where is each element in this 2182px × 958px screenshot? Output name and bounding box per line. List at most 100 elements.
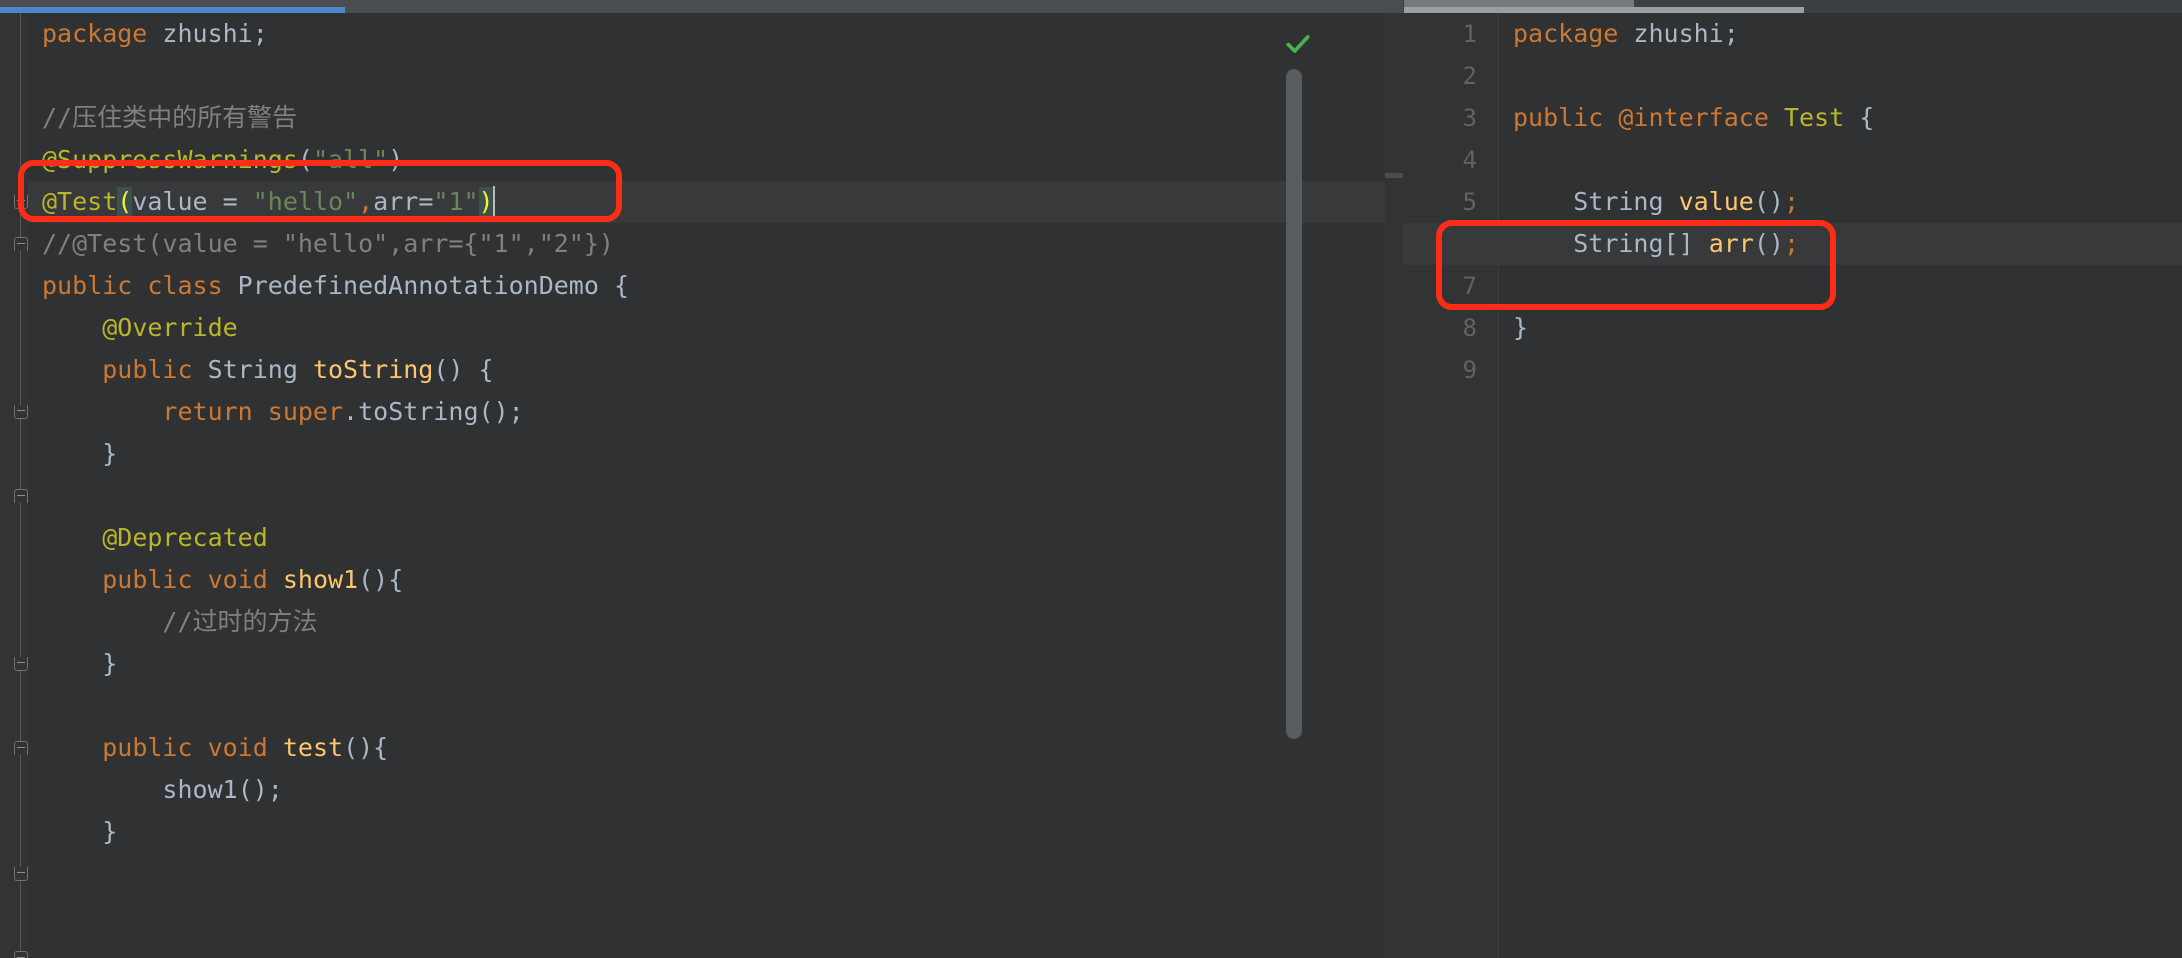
top-scrollbar-strip bbox=[0, 0, 2182, 13]
code-token: "1" bbox=[433, 187, 479, 216]
code-line[interactable]: package zhushi; bbox=[1499, 13, 2182, 55]
code-token: () bbox=[1753, 187, 1784, 216]
code-line[interactable]: public @interface Test { bbox=[1499, 97, 2182, 139]
code-token: (){ bbox=[343, 733, 389, 762]
marker-current-line bbox=[1385, 173, 1403, 178]
code-token: public bbox=[102, 565, 208, 594]
code-line[interactable]: String[] arr(); bbox=[1403, 223, 2182, 265]
right-editor-scrollbar-track[interactable] bbox=[1404, 0, 1634, 7]
code-fold-toggle-icon[interactable] bbox=[14, 237, 28, 251]
code-line[interactable]: String value(); bbox=[1499, 181, 2182, 223]
code-token: } bbox=[1513, 313, 1529, 342]
code-fold-toggle-icon[interactable] bbox=[14, 489, 28, 503]
line-number[interactable]: 9 bbox=[1463, 349, 1477, 391]
code-token: ( bbox=[297, 145, 313, 174]
code-token: @Test bbox=[42, 187, 118, 216]
code-token: { bbox=[1844, 103, 1875, 132]
code-fold-toggle-icon[interactable] bbox=[14, 657, 28, 671]
code-token: package bbox=[1513, 19, 1634, 48]
code-token: String bbox=[207, 355, 313, 384]
code-line[interactable]: @SuppressWarnings("all") bbox=[28, 139, 1403, 181]
code-line[interactable] bbox=[1499, 139, 2182, 181]
code-token: void bbox=[207, 565, 283, 594]
code-line[interactable] bbox=[1499, 265, 2182, 307]
code-line[interactable] bbox=[28, 55, 1403, 97]
code-line[interactable]: public void test(){ bbox=[28, 727, 1403, 769]
code-line[interactable] bbox=[28, 685, 1403, 727]
code-token: //过时的方法 bbox=[162, 607, 318, 636]
right-editor-line-number-gutter[interactable]: 123456789 bbox=[1403, 13, 1499, 958]
code-line[interactable] bbox=[1499, 55, 2182, 97]
code-token: "hello" bbox=[252, 187, 359, 216]
code-token: Test bbox=[1783, 103, 1845, 132]
right-editor-panel[interactable]: 123456789 package zhushi;public @interfa… bbox=[1403, 13, 2182, 958]
code-line[interactable] bbox=[28, 475, 1403, 517]
code-line[interactable]: } bbox=[28, 811, 1403, 853]
code-line[interactable]: @Deprecated bbox=[28, 517, 1403, 559]
code-token: (); bbox=[237, 775, 283, 804]
left-editor-vertical-scrollbar[interactable] bbox=[1286, 69, 1302, 739]
code-token: arr bbox=[1708, 229, 1754, 258]
code-token: zhushi bbox=[1633, 19, 1724, 48]
code-token: "all" bbox=[312, 145, 389, 174]
code-fold-toggle-icon[interactable] bbox=[14, 951, 28, 958]
code-fold-toggle-icon[interactable] bbox=[14, 195, 28, 209]
right-editor-code-area[interactable]: package zhushi; public @interface Test { … bbox=[1403, 13, 2182, 958]
line-number[interactable]: 5 bbox=[1463, 181, 1477, 223]
code-line[interactable]: public void show1(){ bbox=[28, 559, 1403, 601]
code-token: } bbox=[42, 817, 118, 846]
code-fold-toggle-icon[interactable] bbox=[14, 405, 28, 419]
code-token: value bbox=[1678, 187, 1754, 216]
code-token: zhushi bbox=[162, 19, 253, 48]
code-token: ; bbox=[1783, 187, 1800, 216]
code-token: @Deprecated bbox=[102, 523, 268, 552]
code-line[interactable]: //@Test(value = "hello",arr={"1","2"}) bbox=[28, 223, 1403, 265]
code-line[interactable]: return super.toString(); bbox=[28, 391, 1403, 433]
code-line[interactable]: //过时的方法 bbox=[28, 601, 1403, 643]
code-line[interactable]: @Test(value = "hello",arr="1") bbox=[28, 181, 1403, 223]
code-token: public bbox=[102, 733, 208, 762]
code-token: class bbox=[147, 271, 238, 300]
code-line[interactable]: @Override bbox=[28, 307, 1403, 349]
line-number[interactable]: 8 bbox=[1463, 307, 1477, 349]
code-token: toString bbox=[312, 355, 434, 384]
left-editor-code-area[interactable]: package zhushi; //压住类中的所有警告 @SuppressWarni… bbox=[28, 13, 1403, 958]
line-number[interactable]: 7 bbox=[1463, 265, 1477, 307]
code-fold-toggle-icon[interactable] bbox=[14, 867, 28, 881]
code-token: value = bbox=[132, 187, 253, 216]
code-token: void bbox=[207, 733, 283, 762]
code-token: (); bbox=[478, 397, 524, 426]
code-line[interactable]: public class PredefinedAnnotationDemo { bbox=[28, 265, 1403, 307]
line-number[interactable]: 1 bbox=[1463, 13, 1477, 55]
code-line[interactable]: show1(); bbox=[28, 769, 1403, 811]
code-token: //@Test(value = "hello",arr={"1","2"}) bbox=[42, 229, 614, 258]
code-token: public bbox=[42, 271, 148, 300]
left-editor-marker-bar[interactable] bbox=[1385, 13, 1403, 958]
code-line[interactable]: public String toString() { bbox=[28, 349, 1403, 391]
code-token: ; bbox=[1723, 19, 1739, 48]
code-token: test bbox=[282, 733, 344, 762]
code-token: @interface bbox=[1618, 103, 1784, 132]
code-line[interactable]: } bbox=[1499, 307, 2182, 349]
code-line[interactable]: //压住类中的所有警告 bbox=[28, 97, 1403, 139]
code-token: toString bbox=[358, 397, 479, 426]
code-line[interactable]: } bbox=[28, 433, 1403, 475]
code-token: @Override bbox=[102, 313, 238, 342]
code-line[interactable]: } bbox=[28, 643, 1403, 685]
line-number[interactable]: 3 bbox=[1463, 97, 1477, 139]
inspection-ok-checkmark-icon[interactable] bbox=[1285, 31, 1311, 57]
code-fold-toggle-icon[interactable] bbox=[14, 741, 28, 755]
code-token: (){ bbox=[358, 565, 404, 594]
code-token: ) bbox=[478, 187, 494, 216]
line-number[interactable]: 4 bbox=[1463, 139, 1477, 181]
left-editor-panel[interactable]: package zhushi; //压住类中的所有警告 @SuppressWarni… bbox=[0, 13, 1403, 958]
left-editor-gutter[interactable] bbox=[0, 13, 28, 958]
line-number[interactable]: 2 bbox=[1463, 55, 1477, 97]
code-line[interactable]: package zhushi; bbox=[28, 13, 1403, 55]
code-line[interactable] bbox=[1499, 349, 2182, 391]
